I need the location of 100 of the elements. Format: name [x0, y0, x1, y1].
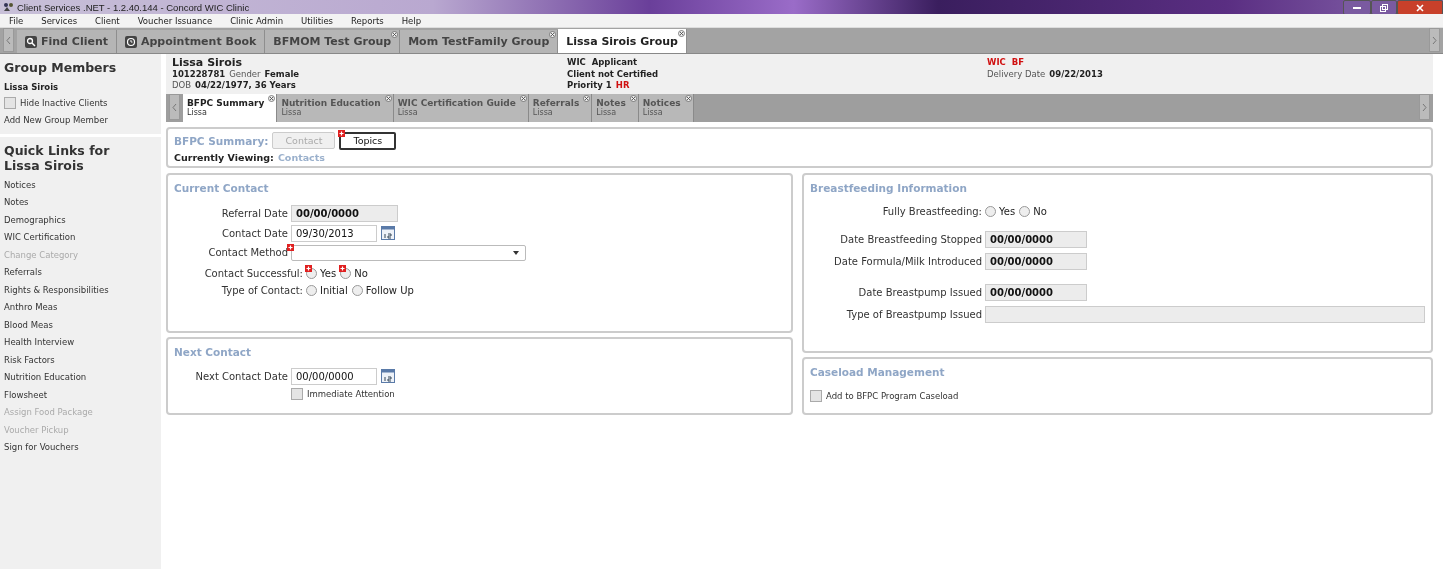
add-member-link[interactable]: Add New Group Member	[4, 114, 161, 128]
field-label: Type of Breastpump Issued	[845, 308, 982, 320]
close-icon[interactable]	[629, 94, 637, 102]
checkbox[interactable]: Immediate Attention	[291, 387, 785, 400]
close-icon[interactable]	[391, 31, 399, 38]
chevron-left-icon	[172, 103, 177, 111]
calendar-icon[interactable]	[381, 369, 395, 383]
restore-icon	[1380, 3, 1388, 12]
tab[interactable]: Nutrition Education Lissa	[277, 93, 394, 122]
radio-button[interactable]: Follow Up	[351, 284, 414, 296]
gender-label: Gender	[229, 68, 261, 80]
close-icon[interactable]	[384, 94, 392, 102]
referral-date-field[interactable]: 00/00/0000	[291, 204, 398, 222]
quick-link[interactable]: WIC Certification	[4, 231, 161, 245]
tab[interactable]: WIC Certification Guide Lissa	[393, 93, 529, 122]
menu-item[interactable]: Voucher Issuance	[128, 15, 222, 26]
quick-link[interactable]: Anthro Meas	[4, 301, 161, 315]
quick-link[interactable]: Risk Factors	[4, 353, 161, 367]
field-label: Contact Successful:	[203, 267, 303, 279]
quick-link[interactable]: Health Interview	[4, 336, 161, 350]
field-label: Fully Breastfeeding:	[881, 205, 982, 217]
app-icon	[3, 2, 14, 12]
viewing-value: Contacts	[277, 151, 325, 163]
close-icon[interactable]	[268, 94, 276, 102]
radio-button[interactable]: No	[1019, 205, 1047, 217]
program-status: WIC Applicant	[567, 57, 639, 69]
quick-link[interactable]: Sign for Vouchers	[4, 441, 161, 455]
field-label: Next Contact Date	[194, 370, 288, 382]
close-icon	[1416, 3, 1424, 12]
clock-icon	[125, 35, 137, 48]
tab[interactable]: Mom TestFamily Group	[400, 30, 559, 53]
stopped-date-field[interactable]: 00/00/0000	[985, 230, 1087, 248]
tab[interactable]: Referrals Lissa	[528, 93, 593, 122]
required-icon	[338, 129, 346, 137]
priority-value: HR	[615, 80, 630, 92]
menu-item[interactable]: Services	[32, 15, 87, 26]
window-title: Client Services .NET - 1.2.40.144 - Concord WIC Clinic	[0, 1, 250, 13]
tab[interactable]: Lissa Sirois Group	[558, 29, 687, 53]
formula-date-field[interactable]: 00/00/0000	[985, 252, 1087, 270]
chevron-right-icon	[1422, 103, 1427, 111]
radio-button[interactable]: Yes	[985, 205, 1016, 217]
quick-link[interactable]: Notices	[4, 178, 161, 192]
tab[interactable]: BFPC Summary Lissa	[183, 93, 278, 122]
quick-link[interactable]: Flowsheet	[4, 388, 161, 402]
menu-item[interactable]: Clinic Admin	[221, 15, 293, 26]
group-member[interactable]: Lissa Sirois	[4, 82, 161, 92]
radio-button[interactable]: Initial	[306, 284, 348, 296]
breastpump-date-field[interactable]: 00/00/0000	[985, 283, 1087, 301]
quick-link[interactable]: Nutrition Education	[4, 371, 161, 385]
dob-label: DOB	[172, 80, 192, 92]
viewing-label: Currently Viewing:	[174, 151, 274, 163]
next-contact-date-field[interactable]: 00/00/0000	[291, 367, 377, 385]
quick-link[interactable]: Rights & Responsibilities	[4, 283, 161, 297]
chevron-left-icon	[6, 36, 11, 44]
required-icon	[305, 264, 312, 272]
tab[interactable]: Notes Lissa	[592, 93, 639, 122]
required-icon	[287, 244, 294, 251]
panel-title: Next Contact	[174, 345, 253, 358]
tab[interactable]: Find Client	[17, 30, 117, 53]
menu-item[interactable]: Utilities	[292, 15, 343, 26]
section-title: Quick Links for Lissa Sirois	[4, 142, 111, 173]
menu-item[interactable]: Help	[392, 15, 431, 26]
client-category: WIC BF	[987, 57, 1025, 69]
search-icon	[25, 35, 37, 48]
tab[interactable]: Appointment Book	[117, 30, 266, 53]
checkbox[interactable]: Hide Inactive Clients	[4, 97, 161, 109]
checkbox[interactable]: Add to BFPC Program Caseload	[810, 389, 1425, 402]
contact-date-field[interactable]: 09/30/2013	[291, 224, 377, 242]
breastpump-type-field[interactable]	[985, 305, 1425, 323]
quick-link[interactable]: Referrals	[4, 266, 161, 280]
view-button[interactable]: Topics	[339, 131, 397, 150]
menu-item[interactable]: Client	[86, 15, 129, 26]
menu-item[interactable]: Reports	[342, 15, 393, 26]
close-icon[interactable]	[519, 94, 527, 102]
field-label: Referral Date	[220, 207, 288, 219]
dob-value: 04/22/1977, 36 Years	[195, 80, 296, 92]
menu-item[interactable]: File	[0, 15, 33, 26]
close-icon[interactable]	[684, 94, 692, 102]
gender-value: Female	[264, 68, 300, 80]
close-icon[interactable]	[549, 31, 557, 38]
quick-link[interactable]: Blood Meas	[4, 318, 161, 332]
priority-label: Priority 1	[567, 80, 612, 92]
panel-title: Current Contact	[174, 181, 270, 194]
field-label: Date Formula/Milk Introduced	[833, 255, 982, 267]
panel-title: Breastfeeding Information	[810, 181, 968, 194]
field-label: Contact Method	[174, 247, 288, 258]
required-icon	[339, 264, 347, 272]
radio-button[interactable]: No	[340, 267, 368, 279]
tab[interactable]: BFMOM Test Group	[265, 30, 401, 53]
close-icon[interactable]	[677, 30, 685, 37]
delivery-date: 09/22/2013	[1049, 68, 1103, 80]
calendar-icon[interactable]	[381, 226, 395, 240]
close-icon[interactable]	[583, 94, 591, 102]
quick-link[interactable]: Demographics	[4, 213, 161, 227]
radio-button[interactable]: Yes	[306, 267, 337, 279]
field-label: Contact Date	[221, 227, 288, 239]
field-label: Date Breastpump Issued	[857, 286, 982, 298]
client-id: 101228781	[172, 68, 226, 80]
quick-link[interactable]: Notes	[4, 196, 161, 210]
client-name: Lissa Sirois	[172, 57, 244, 69]
